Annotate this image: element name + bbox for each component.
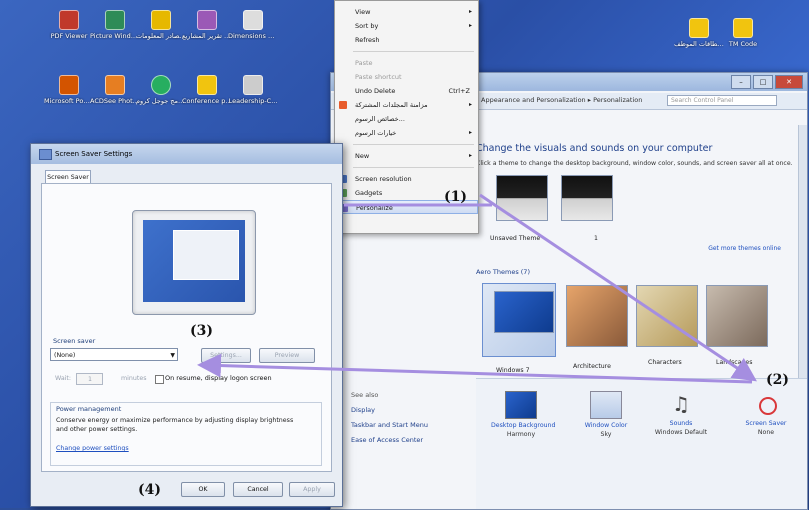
annotation-step-3: (3) bbox=[190, 323, 213, 339]
annotation-arrows bbox=[197, 193, 757, 384]
arrow-to-screen-saver bbox=[479, 193, 757, 382]
annotation-step-2: (2) bbox=[766, 372, 789, 388]
annotation-step-4: (4) bbox=[138, 482, 161, 498]
annotation-step-1: (1) bbox=[444, 189, 467, 205]
arrow-to-dropdown bbox=[197, 353, 753, 384]
